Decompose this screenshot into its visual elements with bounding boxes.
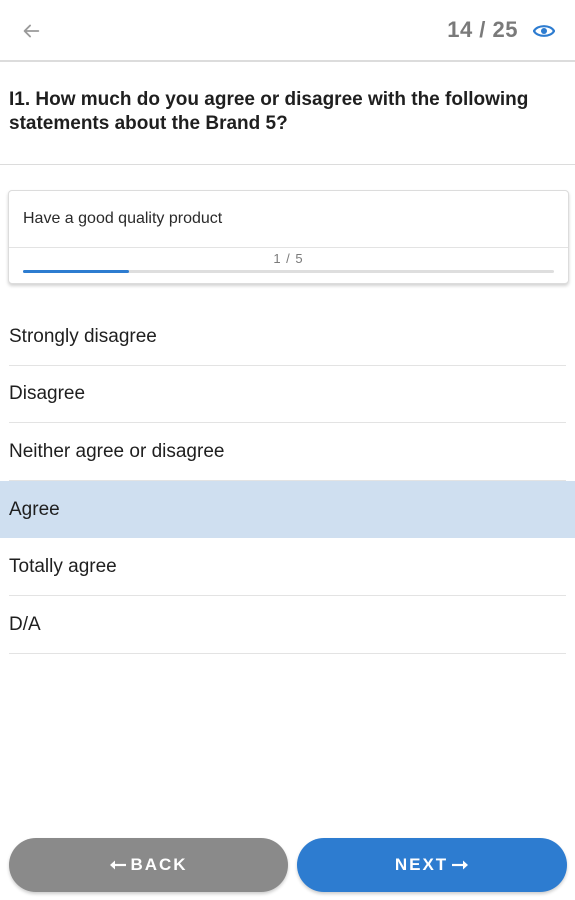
eye-icon[interactable] [533, 22, 555, 40]
option-agree[interactable]: Agree [0, 480, 575, 539]
divider [0, 164, 575, 165]
answer-options-list: Strongly disagree Disagree Neither agree… [0, 308, 575, 654]
statement-step-counter: 1 / 5 [273, 251, 304, 266]
question-progress-counter: 14 / 25 [447, 17, 518, 42]
arrow-left-icon[interactable] [20, 20, 42, 42]
option-da[interactable]: D/A [0, 596, 575, 654]
top-bar: 14 / 25 [0, 0, 575, 62]
statement-text: Have a good quality product [23, 210, 223, 227]
option-strongly-disagree[interactable]: Strongly disagree [0, 308, 575, 366]
arrow-left-icon [110, 860, 127, 870]
back-button[interactable]: BACK [9, 838, 288, 892]
next-button-label: NEXT [394, 855, 449, 874]
statement-card: Have a good quality product 1 / 5 [8, 190, 569, 284]
option-neither[interactable]: Neither agree or disagree [0, 423, 575, 481]
next-button[interactable]: NEXT [297, 838, 567, 892]
option-totally-agree[interactable]: Totally agree [0, 538, 575, 596]
arrow-right-icon [452, 860, 469, 870]
statement-progress-track [23, 270, 554, 273]
question-text: I1. How much do you agree or disagree wi… [9, 89, 529, 134]
statement-progress-fill [23, 270, 130, 273]
back-button-label: BACK [130, 855, 188, 874]
option-disagree[interactable]: Disagree [0, 366, 575, 424]
divider [9, 247, 568, 248]
